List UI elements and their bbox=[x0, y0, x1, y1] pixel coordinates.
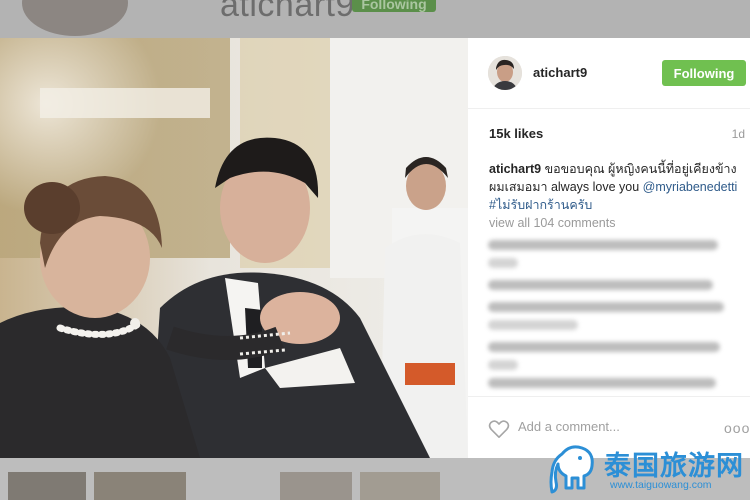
post-header: atichart9 Following bbox=[468, 38, 750, 109]
blurred-comment bbox=[488, 240, 718, 250]
avatar-image bbox=[488, 56, 522, 90]
grid-thumbnail bbox=[360, 472, 440, 500]
grid-thumbnail bbox=[94, 472, 186, 500]
blurred-comment bbox=[488, 320, 578, 330]
add-comment-input[interactable] bbox=[518, 417, 668, 436]
following-button[interactable]: Following bbox=[662, 60, 746, 86]
elephant-logo-icon bbox=[549, 445, 594, 494]
blurred-comment bbox=[488, 280, 713, 290]
post-photo[interactable] bbox=[0, 38, 468, 458]
blurred-comment bbox=[488, 378, 716, 388]
blurred-comment bbox=[488, 258, 518, 268]
caption-username[interactable]: atichart9 bbox=[489, 162, 541, 176]
watermark-url: www.taiguowang.com bbox=[610, 479, 712, 491]
blurred-comment bbox=[488, 302, 724, 312]
grid-thumbnail bbox=[280, 472, 352, 500]
profile-avatar-backdrop bbox=[22, 0, 128, 36]
likes-count[interactable]: 15k likes bbox=[489, 126, 543, 141]
post-caption: atichart9 ขอขอบคุณ ผู้หญิงคนนี้ที่อยู่เค… bbox=[489, 160, 739, 214]
profile-header-backdrop: atichart9 Following bbox=[0, 0, 750, 38]
grid-thumbnail bbox=[8, 472, 86, 500]
view-all-comments-link[interactable]: view all 104 comments bbox=[489, 216, 615, 230]
more-options-icon[interactable]: ooo bbox=[724, 421, 750, 435]
caption-mention-link[interactable]: @myriabenedetti bbox=[643, 180, 738, 194]
blurred-comment bbox=[488, 342, 720, 352]
blurred-comment bbox=[488, 360, 518, 370]
post-time: 1d bbox=[731, 127, 745, 141]
site-watermark: 泰国旅游网 www.taiguowang.com bbox=[548, 442, 748, 500]
caption-hashtag-link[interactable]: #ไม่รับฝากร้านครับ bbox=[489, 198, 592, 212]
avatar[interactable] bbox=[488, 56, 522, 90]
watermark-title: 泰国旅游网 bbox=[604, 451, 744, 481]
profile-username-backdrop: atichart9 bbox=[220, 0, 355, 24]
post-username[interactable]: atichart9 bbox=[533, 65, 587, 80]
post-details-panel: atichart9 Following 15k likes 1d atichar… bbox=[468, 38, 750, 458]
profile-follow-backdrop: Following bbox=[352, 0, 436, 12]
post-photo-illustration bbox=[0, 38, 468, 458]
heart-icon[interactable] bbox=[488, 419, 510, 439]
